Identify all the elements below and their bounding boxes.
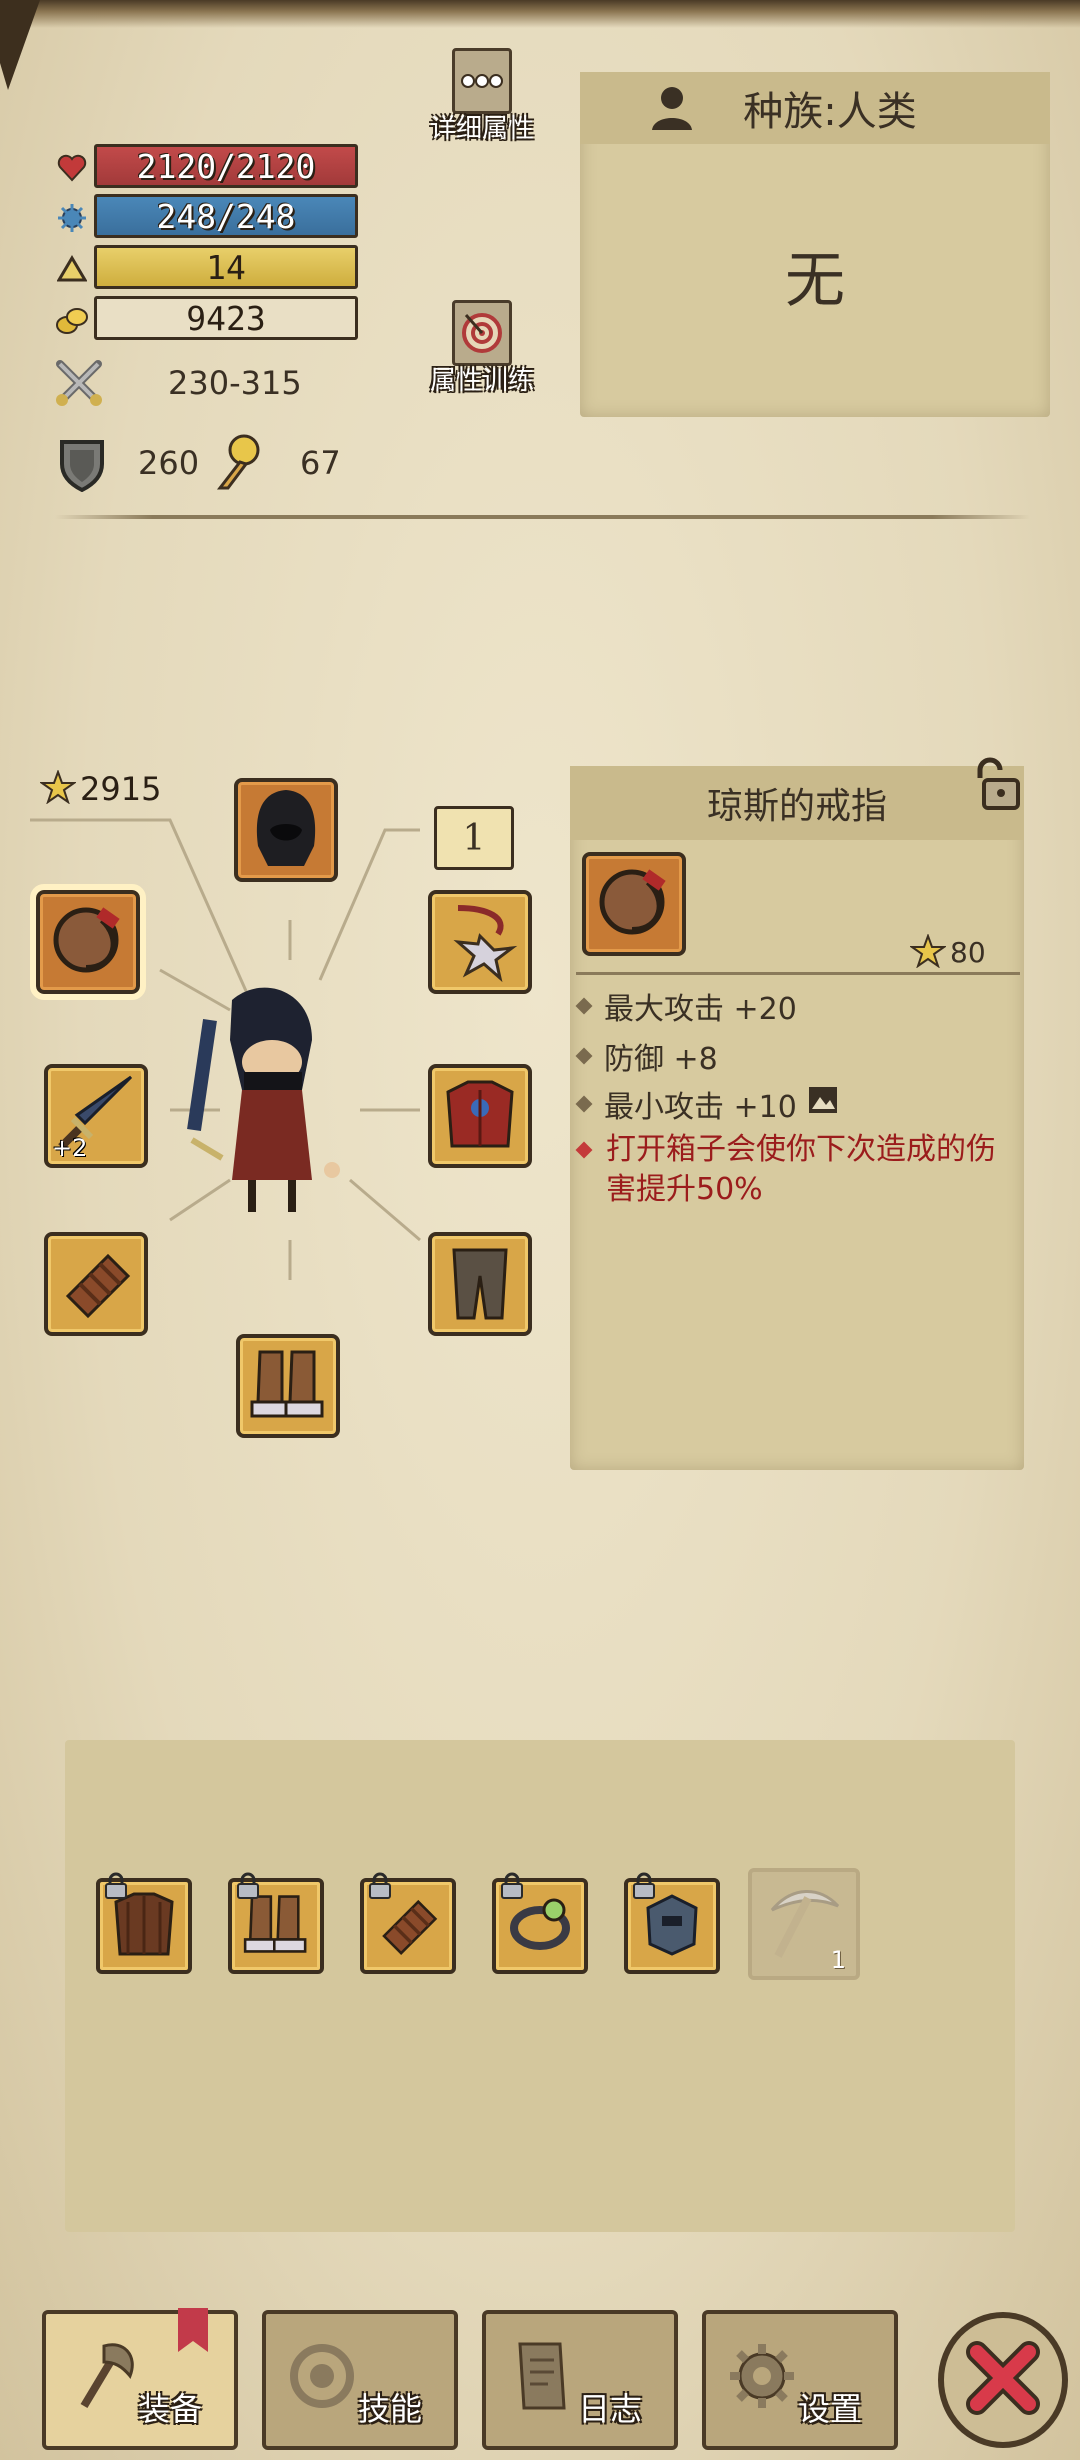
armor-slot[interactable] (428, 1064, 532, 1168)
detail-attributes-label: 详细属性 (430, 114, 535, 144)
item-stat-line: 最大攻击 +20 (575, 984, 797, 1028)
close-x-icon (963, 2338, 1043, 2422)
nav-skills-label: 技能 (357, 2390, 422, 2428)
level-row (52, 245, 92, 293)
padlock-small-icon (500, 1872, 524, 1904)
nav-equipment[interactable]: 装备 (42, 2308, 238, 2450)
shield-icon (56, 436, 108, 496)
bullet-icon (575, 997, 593, 1015)
inventory-grid (65, 1740, 1015, 2232)
bookmark-ribbon (178, 2308, 208, 2352)
coiled-ring-icon (46, 898, 130, 986)
level-bar: 14 (94, 245, 358, 289)
unlock-icon[interactable] (972, 756, 1022, 816)
mana-icon (52, 198, 92, 238)
item-special-line: 打开箱子会使你下次造成的伤害提升50% (575, 1130, 1008, 1210)
item-name: 琼斯的戒指 (570, 766, 1024, 840)
boots-icon (246, 1342, 330, 1430)
attribute-training-label: 属性训练 (430, 366, 535, 396)
gold-row (52, 296, 92, 344)
scroll-icon (504, 2336, 580, 2420)
nav-log[interactable]: 日志 (482, 2310, 678, 2450)
inventory-item[interactable]: 1 (748, 1868, 860, 1980)
bullet-icon (575, 1141, 593, 1159)
race-label: 种族:人类 (743, 89, 917, 135)
crit-icon (210, 432, 266, 496)
inventory-item[interactable] (360, 1872, 456, 1974)
item-special-text: 打开箱子会使你下次造成的伤害提升50% (606, 1132, 996, 1207)
bullet-icon (575, 1047, 593, 1065)
attribute-training-button[interactable]: 属性训练 (430, 300, 534, 397)
detail-attributes-button[interactable]: 详细属性 (430, 48, 534, 145)
padlock-small-icon (104, 1872, 128, 1904)
item-stat-line: 防御 +8 (575, 1034, 718, 1078)
heart-icon (52, 148, 92, 188)
padlock-small-icon (368, 1872, 392, 1904)
inventory-item[interactable] (624, 1872, 720, 1974)
ring-slot-counter: 1 (434, 806, 514, 870)
spiked-amulet-icon (438, 898, 522, 986)
torn-edge (0, 0, 1080, 28)
nav-settings-label: 设置 (797, 2390, 862, 2428)
nav-equipment-label: 装备 (137, 2390, 202, 2428)
red-armor-icon (438, 1072, 522, 1160)
gloves-slot[interactable] (44, 1232, 148, 1336)
close-button[interactable] (938, 2312, 1068, 2448)
ellipsis-icon (452, 48, 512, 114)
gold-bar: 9423 (94, 296, 358, 340)
skill-spiral-icon (284, 2336, 360, 2420)
ring-slot-selected[interactable] (30, 884, 146, 1000)
mp-bar: 248/248 (94, 194, 358, 238)
item-stat-text: 最小攻击 +10 (604, 1090, 797, 1125)
attack-range: 230-315 (168, 364, 302, 402)
race-value: 无 (785, 246, 845, 316)
inventory-item[interactable] (492, 1872, 588, 1974)
gold-coins-icon (52, 300, 92, 340)
boots-slot[interactable] (236, 1334, 340, 1438)
item-stat-text: 最大攻击 +20 (604, 992, 797, 1027)
trousers-icon (438, 1240, 522, 1328)
race-header: 种族:人类 (580, 72, 1050, 144)
item-star-icon (908, 933, 948, 972)
defense-value: 260 (138, 444, 200, 482)
item-score: 80 (950, 936, 986, 969)
hood-icon (244, 786, 328, 874)
level-triangle-icon (52, 249, 92, 289)
target-icon (452, 300, 512, 366)
hp-bar: 2120/2120 (94, 144, 358, 188)
padlock-small-icon (236, 1872, 260, 1904)
amulet-slot[interactable] (428, 890, 532, 994)
race-panel: 种族:人类 无 (580, 72, 1050, 417)
padlock-small-icon (632, 1872, 656, 1904)
crit-value: 67 (300, 444, 341, 482)
crossed-swords-icon (52, 356, 106, 414)
helmet-slot[interactable] (234, 778, 338, 882)
nav-log-label: 日志 (577, 2390, 642, 2428)
bullet-icon (575, 1095, 593, 1113)
enchant-image-icon (807, 1085, 839, 1123)
gear-icon (724, 2336, 800, 2420)
bracer-icon (54, 1240, 138, 1328)
person-icon (650, 84, 694, 142)
coiled-ring-icon (592, 860, 676, 948)
axe-icon (64, 2336, 140, 2420)
hero-character (182, 980, 352, 1224)
section-divider (55, 515, 1030, 519)
nav-skills[interactable]: 技能 (262, 2310, 458, 2450)
inventory-item[interactable] (228, 1872, 324, 1974)
weapon-slot[interactable]: +2 (44, 1064, 148, 1168)
item-divider (576, 972, 1020, 975)
weapon-plus-label: +2 (52, 1134, 88, 1162)
item-stat-text: 防御 +8 (604, 1042, 718, 1077)
item-stat-line: 最小攻击 +10 (575, 1082, 839, 1126)
hp-row (52, 144, 92, 192)
nav-settings[interactable]: 设置 (702, 2310, 898, 2450)
pants-slot[interactable] (428, 1232, 532, 1336)
item-preview-slot (582, 852, 686, 956)
pickaxe-count: 1 (830, 1946, 846, 1974)
mp-row (52, 194, 92, 242)
inventory-item[interactable] (96, 1872, 192, 1974)
